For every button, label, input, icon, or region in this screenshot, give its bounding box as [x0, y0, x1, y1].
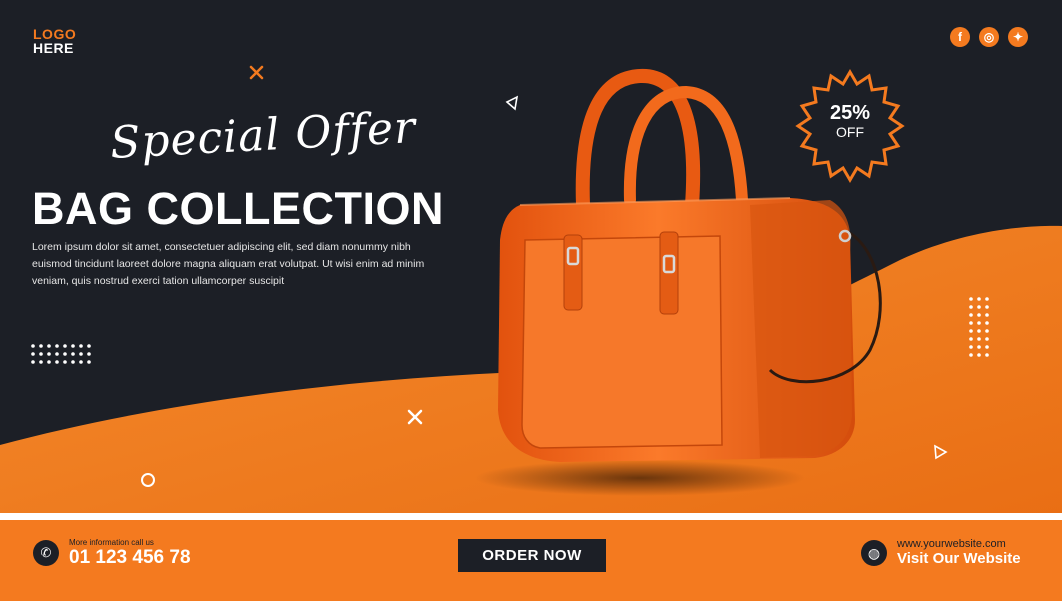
facebook-icon[interactable]: f	[950, 27, 970, 47]
instagram-icon[interactable]: ◎	[979, 27, 999, 47]
logo: LOGO HERE	[33, 27, 76, 55]
visit-website-link[interactable]: Visit Our Website	[897, 550, 1021, 567]
order-now-button[interactable]: ORDER NOW	[458, 539, 606, 572]
logo-line-2: HERE	[33, 40, 74, 56]
decor-x-icon-top	[249, 65, 264, 80]
twitter-icon[interactable]: ✦	[1008, 27, 1028, 47]
background-art	[0, 65, 1062, 520]
bag-shadow	[475, 460, 805, 496]
promo-banner: LOGO HERE f ◎ ✦ Special Offer BAG COLLEC…	[0, 0, 1062, 601]
footer-divider	[0, 513, 1062, 520]
headline-title: BAG COLLECTION	[32, 183, 444, 234]
social-links: f ◎ ✦	[950, 27, 1028, 47]
phone-icon: ✆	[33, 540, 59, 566]
discount-percent: 25%	[829, 102, 871, 124]
phone-number[interactable]: 01 123 456 78	[69, 547, 191, 569]
logo-line-1: LOGO	[33, 26, 77, 42]
headline-description: Lorem ipsum dolor sit amet, consectetuer…	[32, 241, 425, 287]
discount-badge: 25% OFF	[796, 102, 904, 140]
globe-icon: ◍	[861, 540, 887, 566]
decor-dot-grid-left	[31, 344, 91, 364]
discount-label: OFF	[836, 124, 864, 140]
decor-triangle-icon-top	[505, 95, 519, 111]
website-url[interactable]: www.yourwebsite.com	[897, 538, 1006, 550]
phone-caption: More information call us	[69, 538, 154, 547]
